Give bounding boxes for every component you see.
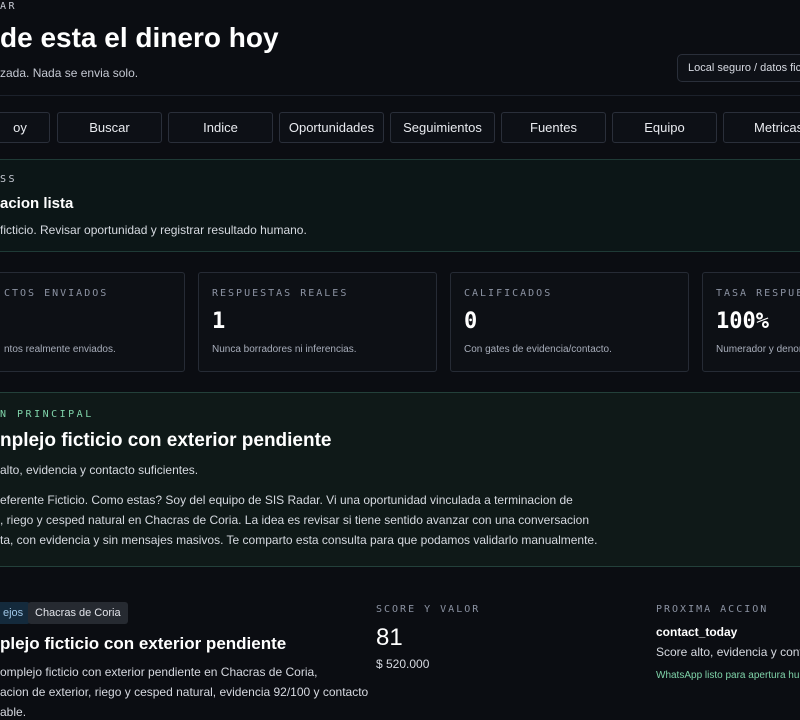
opportunity-description-line: omplejo ficticio con exterior pendiente … xyxy=(0,665,318,679)
opportunity-description-line: acion de exterior, riego y cesped natura… xyxy=(0,685,369,699)
opportunity-value: $ 520.000 xyxy=(376,657,430,671)
header-divider xyxy=(0,95,800,96)
kpi-card-tasa: TASA RESPUES 100% Numerador y denor xyxy=(702,272,800,372)
main-action-reason: alto, evidencia y contacto suficientes. xyxy=(0,463,199,477)
status-title: acion lista xyxy=(0,195,74,212)
kpi-value: 1 xyxy=(212,309,226,334)
tag-location: Chacras de Coria xyxy=(28,602,128,624)
kpi-label: TASA RESPUES xyxy=(716,288,800,299)
opportunity-title[interactable]: plejo ficticio con exterior pendiente xyxy=(0,634,286,654)
kpi-note: ntos realmente enviados. xyxy=(4,344,116,355)
kpi-card-respuestas: RESPUESTAS REALES 1 Nunca borradores ni … xyxy=(198,272,437,372)
kpi-note: Numerador y denor xyxy=(716,344,800,355)
tab-equipo[interactable]: Equipo xyxy=(612,112,717,143)
message-line: eferente Ficticio. Como estas? Soy del e… xyxy=(0,493,573,507)
tab-hoy[interactable]: oy xyxy=(0,112,50,143)
opportunity-description-line: able. xyxy=(0,705,27,719)
tab-seguimientos[interactable]: Seguimientos xyxy=(390,112,495,143)
kpi-value: 0 xyxy=(464,309,478,334)
message-line: , riego y cesped natural en Chacras de C… xyxy=(0,513,590,527)
score-value: 81 xyxy=(376,624,403,651)
page-subtitle: zada. Nada se envia solo. xyxy=(0,66,139,80)
kpi-card-calificados: CALIFICADOS 0 Con gates de evidencia/con… xyxy=(450,272,689,372)
score-label: SCORE Y VALOR xyxy=(376,604,481,615)
tab-fuentes[interactable]: Fuentes xyxy=(501,112,606,143)
tab-buscar[interactable]: Buscar xyxy=(57,112,162,143)
next-action: contact_today xyxy=(656,625,738,639)
page-title: de esta el dinero hoy xyxy=(0,22,279,53)
next-action-reason: Score alto, evidencia y conta xyxy=(656,645,800,659)
kpi-card-enviados: CTOS ENVIADOS ntos realmente enviados. xyxy=(0,272,185,372)
status-eyebrow: SS xyxy=(0,174,18,185)
status-text: ficticio. Revisar oportunidad y registra… xyxy=(0,223,307,237)
next-action-label: PROXIMA ACCION xyxy=(656,604,769,615)
tab-metricas[interactable]: Metricas xyxy=(723,112,800,143)
tab-indice[interactable]: Indice xyxy=(168,112,273,143)
whatsapp-status: WhatsApp listo para apertura hu xyxy=(656,670,800,681)
mode-pill[interactable]: Local seguro / datos ficti xyxy=(677,54,800,82)
status-panel xyxy=(0,159,800,252)
message-line: ta, con evidencia y sin mensajes masivos… xyxy=(0,533,598,547)
kpi-label: CTOS ENVIADOS xyxy=(4,288,109,299)
tab-oportunidades[interactable]: Oportunidades xyxy=(279,112,384,143)
kpi-note: Nunca borradores ni inferencias. xyxy=(212,344,357,355)
app-eyebrow: AR xyxy=(0,1,18,12)
main-action-eyebrow: N PRINCIPAL xyxy=(0,409,94,420)
kpi-label: CALIFICADOS xyxy=(464,288,553,299)
main-action-title: nplejo ficticio con exterior pendiente xyxy=(0,430,332,451)
kpi-note: Con gates de evidencia/contacto. xyxy=(464,344,612,355)
kpi-label: RESPUESTAS REALES xyxy=(212,288,349,299)
kpi-value: 100% xyxy=(716,309,769,334)
tag-category: ejos xyxy=(0,602,31,624)
